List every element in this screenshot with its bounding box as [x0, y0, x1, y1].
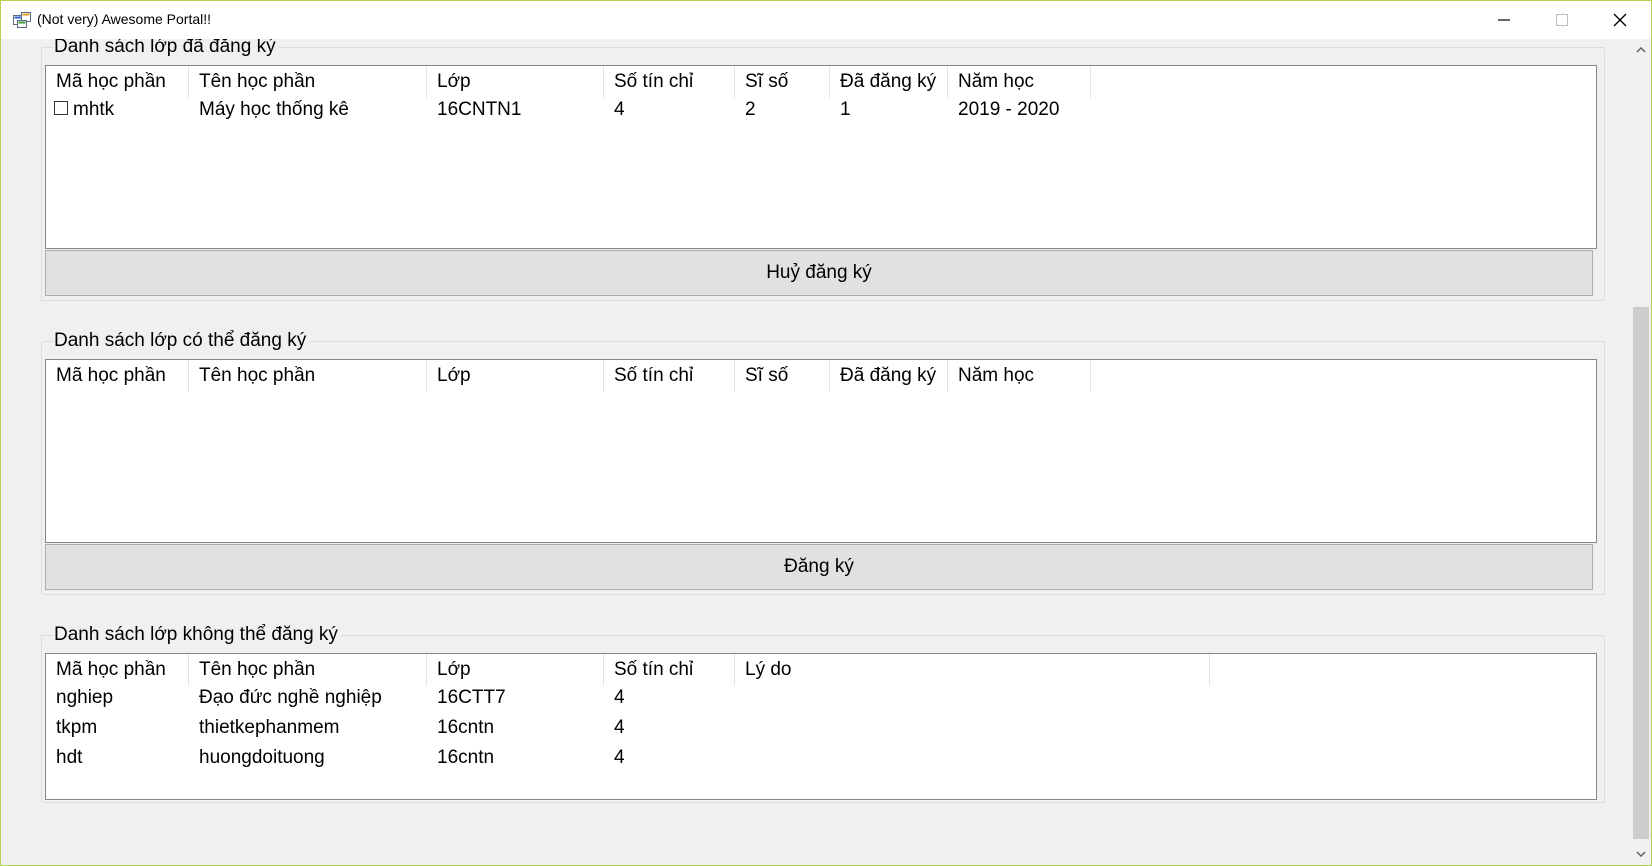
- row-cell-ly-do: [735, 683, 1210, 713]
- app-window-icon: [13, 12, 31, 28]
- row-cell-so-tin-chi: 4: [614, 687, 625, 708]
- row-cell-ten-hoc-phan: thietkephanmem: [199, 717, 340, 738]
- unavailable-classes-group: Danh sách lớp không thể đăng ký Mã học p…: [41, 623, 1605, 803]
- available-classes-legend: Danh sách lớp có thể đăng ký: [54, 329, 310, 353]
- row-cell-ly-do: [735, 713, 1210, 743]
- row-cell-ten-hoc-phan: Máy học thống kê: [199, 99, 349, 120]
- row-cell-lop: 16CNTN1: [437, 99, 522, 120]
- row-cell-ten-hoc-phan: huongdoituong: [199, 747, 325, 768]
- registered-classes-group: Danh sách lớp đã đăng ký Mã học phần Tên…: [41, 39, 1605, 301]
- column-header-da-dang-ky[interactable]: Đã đăng ký: [830, 360, 948, 392]
- row-cell-da-dang-ky: 1: [840, 99, 851, 120]
- registered-classes-legend: Danh sách lớp đã đăng ký: [54, 39, 279, 59]
- column-header-so-tin-chi[interactable]: Số tín chỉ: [604, 654, 735, 686]
- registered-classes-list[interactable]: Mã học phần Tên học phần Lớp Số tín chỉ …: [45, 65, 1597, 249]
- column-header-ten-hoc-phan[interactable]: Tên học phần: [189, 66, 427, 98]
- column-header-so-tin-chi[interactable]: Số tín chỉ: [604, 360, 735, 392]
- app-window: (Not very) Awesome Portal!! Danh sách lớ…: [0, 0, 1652, 866]
- row-checkbox[interactable]: [54, 101, 68, 116]
- table-row[interactable]: nghiep Đạo đức nghề nghiệp 16CTT7 4: [46, 683, 1596, 713]
- title-bar[interactable]: (Not very) Awesome Portal!!: [1, 1, 1651, 39]
- register-button[interactable]: Đăng ký: [45, 544, 1593, 590]
- column-header-ma-hoc-phan[interactable]: Mã học phần: [46, 654, 189, 686]
- row-cell-ma-hoc-phan: nghiep: [56, 687, 114, 708]
- scroll-up-button[interactable]: [1631, 39, 1651, 61]
- row-cell-so-tin-chi: 4: [614, 99, 625, 120]
- row-cell-lop: 16CTT7: [437, 687, 506, 708]
- close-icon: [1613, 13, 1627, 27]
- minimize-icon: [1498, 19, 1510, 21]
- unavailable-classes-legend: Danh sách lớp không thể đăng ký: [54, 623, 341, 647]
- list-header: Mã học phần Tên học phần Lớp Số tín chỉ …: [46, 360, 1596, 392]
- chevron-down-icon: [1636, 851, 1646, 857]
- column-header-ten-hoc-phan[interactable]: Tên học phần: [189, 360, 427, 392]
- window-title: (Not very) Awesome Portal!!: [37, 11, 212, 27]
- vertical-scrollbar[interactable]: [1631, 39, 1651, 865]
- row-cell-so-tin-chi: 4: [614, 747, 625, 768]
- close-button[interactable]: [1591, 1, 1649, 39]
- row-cell-lop: 16cntn: [437, 747, 495, 768]
- cell-text: mhtk: [73, 99, 115, 120]
- maximize-icon: [1556, 14, 1568, 26]
- column-header-ma-hoc-phan[interactable]: Mã học phần: [46, 66, 189, 98]
- column-header-da-dang-ky[interactable]: Đã đăng ký: [830, 66, 948, 98]
- row-cell-nam-hoc: 2019 - 2020: [958, 99, 1060, 120]
- available-classes-group: Danh sách lớp có thể đăng ký Mã học phần…: [41, 329, 1605, 595]
- column-header-si-so[interactable]: Sĩ số: [735, 360, 830, 392]
- row-cell-si-so: 2: [745, 99, 756, 120]
- row-cell-ma-hoc-phan: hdt: [56, 747, 83, 768]
- column-header-nam-hoc[interactable]: Năm học: [948, 66, 1091, 98]
- available-classes-list[interactable]: Mã học phần Tên học phần Lớp Số tín chỉ …: [45, 359, 1597, 543]
- column-header-ma-hoc-phan[interactable]: Mã học phần: [46, 360, 189, 392]
- maximize-button[interactable]: [1533, 1, 1591, 39]
- minimize-button[interactable]: [1475, 1, 1533, 39]
- main-content: Danh sách lớp đã đăng ký Mã học phần Tên…: [1, 39, 1631, 865]
- table-row[interactable]: hdt huongdoituong 16cntn 4: [46, 743, 1596, 773]
- chevron-up-icon: [1636, 47, 1646, 53]
- row-cell-ten-hoc-phan: Đạo đức nghề nghiệp: [199, 687, 382, 708]
- row-cell-ly-do: [735, 743, 1210, 773]
- column-header-si-so[interactable]: Sĩ số: [735, 66, 830, 98]
- column-header-ten-hoc-phan[interactable]: Tên học phần: [189, 654, 427, 686]
- table-row[interactable]: tkpm thietkephanmem 16cntn 4: [46, 713, 1596, 743]
- list-header: Mã học phần Tên học phần Lớp Số tín chỉ …: [46, 654, 1596, 686]
- row-cell-ma-hoc-phan: mhtk: [46, 95, 189, 125]
- column-header-nam-hoc[interactable]: Năm học: [948, 360, 1091, 392]
- row-cell-so-tin-chi: 4: [614, 717, 625, 738]
- row-cell-lop: 16cntn: [437, 717, 495, 738]
- column-header-ly-do[interactable]: Lý do: [735, 654, 1210, 686]
- list-header: Mã học phần Tên học phần Lớp Số tín chỉ …: [46, 66, 1596, 98]
- scroll-down-button[interactable]: [1631, 843, 1651, 865]
- row-cell-ma-hoc-phan: tkpm: [56, 717, 98, 738]
- column-header-lop[interactable]: Lớp: [427, 654, 604, 686]
- table-row[interactable]: mhtk Máy học thống kê 16CNTN1 4 2 1 2019…: [46, 95, 1596, 125]
- scrollbar-thumb[interactable]: [1633, 307, 1649, 839]
- column-header-lop[interactable]: Lớp: [427, 360, 604, 392]
- cancel-registration-button[interactable]: Huỷ đăng ký: [45, 250, 1593, 296]
- column-header-so-tin-chi[interactable]: Số tín chỉ: [604, 66, 735, 98]
- unavailable-classes-list[interactable]: Mã học phần Tên học phần Lớp Số tín chỉ …: [45, 653, 1597, 800]
- column-header-lop[interactable]: Lớp: [427, 66, 604, 98]
